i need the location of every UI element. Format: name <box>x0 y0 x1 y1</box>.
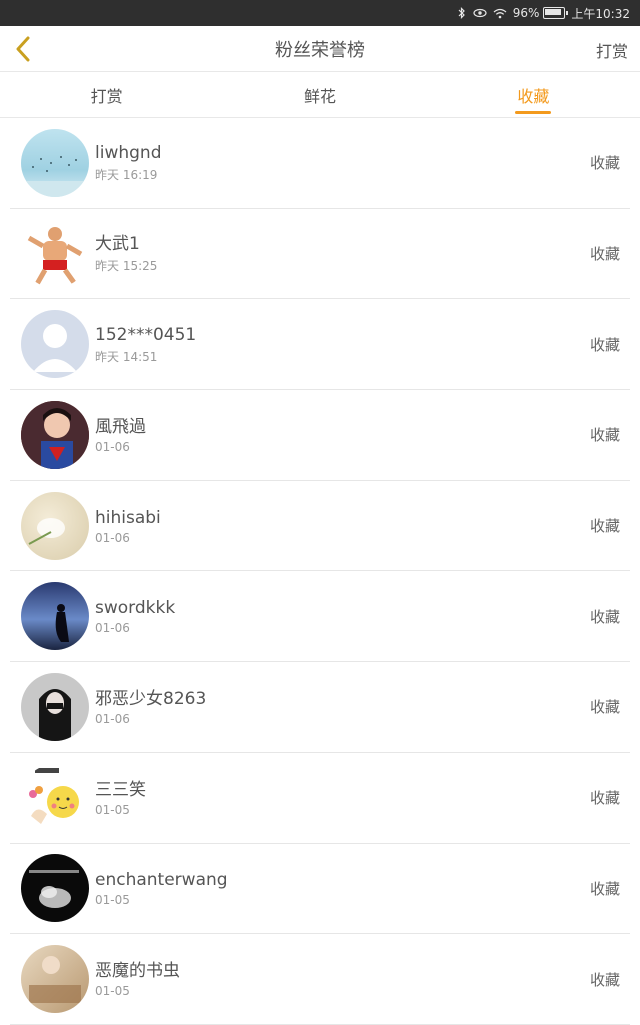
tab-active-indicator <box>515 111 552 114</box>
fan-time: 昨天 15:25 <box>95 259 158 274</box>
list-item[interactable]: 恶魔的书虫 01-05 收藏 <box>10 934 630 1025</box>
avatar <box>21 763 89 832</box>
list-item[interactable]: hihisabi 01-06 收藏 <box>10 481 630 572</box>
avatar <box>21 945 89 1014</box>
action-label: 收藏 <box>589 517 620 536</box>
fan-list: liwhgnd 昨天 16:19 收藏 大武1 昨天 15:25 收藏 152*… <box>10 118 630 1025</box>
fan-name: liwhgnd <box>95 143 162 164</box>
tab-flowers[interactable]: 鲜花 <box>213 72 426 117</box>
fan-name: 恶魔的书虫 <box>95 961 180 982</box>
tab-label: 收藏 <box>517 86 550 106</box>
fan-name: 風飛過 <box>95 416 146 437</box>
wifi-icon <box>493 8 507 19</box>
top-bar: 粉丝荣誉榜 打赏 <box>0 26 640 72</box>
fan-name: 三三笑 <box>95 779 146 800</box>
avatar <box>21 854 89 923</box>
fan-time: 01-06 <box>95 711 130 726</box>
list-item[interactable]: 邪恶少女8263 01-06 收藏 <box>10 662 630 753</box>
fan-name: hihisabi <box>95 507 161 528</box>
action-label: 收藏 <box>589 607 620 626</box>
eye-icon <box>473 8 487 18</box>
fan-name: 152***0451 <box>95 324 197 345</box>
tab-reward[interactable]: 打赏 <box>0 72 213 117</box>
action-label: 收藏 <box>589 879 620 898</box>
list-item[interactable]: swordkkk 01-06 收藏 <box>10 571 630 663</box>
tab-favorites[interactable]: 收藏 <box>427 72 640 117</box>
chevron-left-icon <box>16 36 30 62</box>
list-item[interactable]: 風飛過 01-06 收藏 <box>10 390 630 481</box>
fan-time: 01-05 <box>95 802 130 817</box>
tab-label: 鲜花 <box>303 86 336 106</box>
status-bar: 96% 上午10:32 <box>0 0 640 26</box>
list-item[interactable]: enchanterwang 01-05 收藏 <box>10 844 630 935</box>
avatar <box>21 128 89 197</box>
fan-time: 01-06 <box>95 439 130 454</box>
avatar <box>21 672 89 741</box>
action-label: 收藏 <box>589 426 620 445</box>
fan-name: 邪恶少女8263 <box>95 688 207 709</box>
avatar <box>21 491 89 560</box>
fan-name: enchanterwang <box>95 870 228 891</box>
fan-time: 01-05 <box>95 984 130 999</box>
fan-time: 昨天 14:51 <box>95 349 158 364</box>
avatar <box>21 400 89 469</box>
battery-percent: 96% <box>512 6 540 20</box>
avatar <box>21 582 89 651</box>
bluetooth-icon <box>457 7 467 19</box>
avatar <box>21 219 89 288</box>
action-label: 收藏 <box>589 335 620 354</box>
list-item[interactable]: 152***0451 昨天 14:51 收藏 <box>10 299 630 391</box>
fan-time: 01-06 <box>95 621 130 636</box>
list-item[interactable]: 大武1 昨天 15:25 收藏 <box>10 209 630 300</box>
avatar <box>21 310 89 379</box>
back-button[interactable] <box>8 34 38 64</box>
action-label: 收藏 <box>589 970 620 989</box>
reward-button[interactable]: 打赏 <box>596 38 628 62</box>
fan-time: 昨天 16:19 <box>95 168 158 183</box>
list-item[interactable]: 三三笑 01-05 收藏 <box>10 753 630 844</box>
fan-time: 01-05 <box>95 893 130 908</box>
action-label: 收藏 <box>589 789 620 808</box>
action-label: 收藏 <box>589 698 620 717</box>
action-label: 收藏 <box>589 245 620 264</box>
page-title: 粉丝荣誉榜 <box>275 39 365 61</box>
tab-label: 打赏 <box>90 86 123 106</box>
fan-name: 大武1 <box>95 234 140 255</box>
action-label: 收藏 <box>589 154 620 173</box>
fan-time: 01-06 <box>95 530 130 545</box>
clock: 上午10:32 <box>571 6 630 21</box>
battery-icon <box>543 7 569 19</box>
tab-bar: 打赏 鲜花 收藏 <box>0 72 640 118</box>
fan-name: swordkkk <box>95 598 176 619</box>
list-item[interactable]: liwhgnd 昨天 16:19 收藏 <box>10 118 630 209</box>
